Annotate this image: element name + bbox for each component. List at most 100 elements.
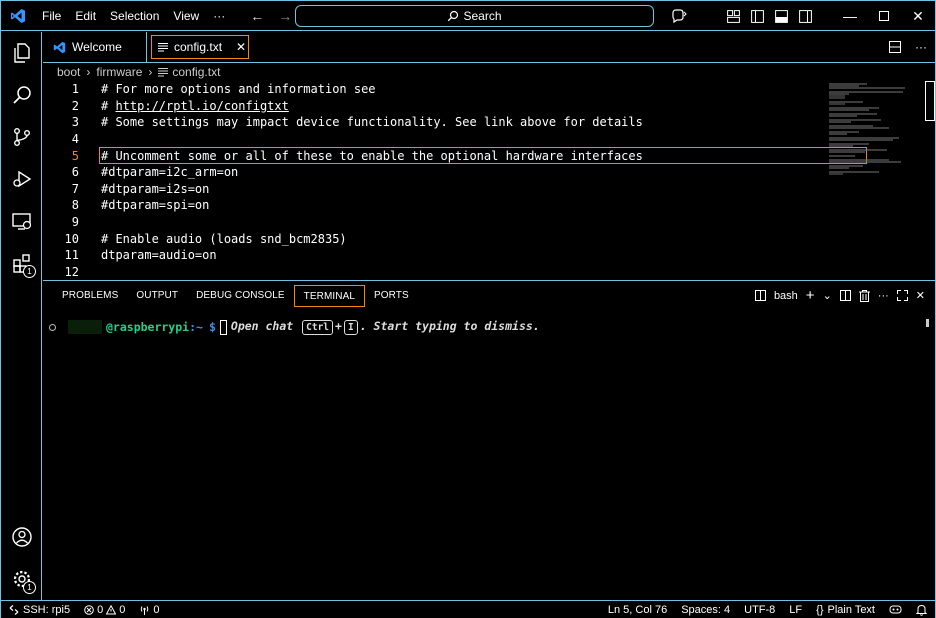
copilot-status-icon[interactable]	[889, 604, 902, 615]
menu-selection[interactable]: Selection	[103, 1, 166, 31]
line-text: dtparam=audio=on	[101, 248, 217, 263]
encoding[interactable]: UTF-8	[744, 604, 775, 616]
vscode-logo-icon	[53, 41, 66, 54]
minimap[interactable]	[829, 83, 929, 183]
code-line: 6 #dtparam=i2c_arm=on	[43, 164, 935, 181]
close-window-icon[interactable]: ✕	[901, 1, 935, 31]
remote-explorer-icon[interactable]	[2, 200, 42, 242]
menu-file[interactable]: File	[35, 1, 68, 31]
more-actions-icon[interactable]: ···	[915, 40, 927, 54]
terminal-host: @raspberrypi	[106, 320, 190, 334]
menu-edit[interactable]: Edit	[68, 1, 103, 31]
extensions-icon[interactable]: 1	[2, 242, 42, 284]
terminal-scrollbar[interactable]	[926, 319, 929, 327]
back-arrow-icon[interactable]: ←	[250, 8, 264, 24]
explorer-icon[interactable]	[2, 32, 42, 74]
maximize-icon[interactable]	[867, 1, 901, 31]
problems-indicator[interactable]: 0 0	[84, 604, 125, 616]
more-actions-icon[interactable]: ···	[878, 290, 889, 302]
line-text: #dtparam=i2c_arm=on	[101, 165, 239, 180]
activity-bar: 1 1	[2, 32, 42, 600]
vscode-logo-icon	[1, 1, 35, 31]
source-control-icon[interactable]	[2, 116, 42, 158]
code-line: 8 #dtparam=spi=on	[43, 197, 935, 214]
breadcrumb-firmware[interactable]: firmware	[96, 65, 142, 79]
indentation[interactable]: Spaces: 4	[681, 604, 730, 616]
close-panel-icon[interactable]: ✕	[916, 289, 925, 302]
remote-indicator[interactable]: SSH: rpi5	[9, 604, 70, 616]
minimize-icon[interactable]: —	[833, 1, 867, 31]
bottom-panel: PROBLEMS OUTPUT DEBUG CONSOLE TERMINAL P…	[43, 280, 935, 600]
text-file-icon	[158, 67, 169, 77]
line-text: # Some settings may impact device functi…	[101, 115, 643, 130]
toggle-secondary-sidebar-icon[interactable]	[793, 1, 817, 31]
split-editor-icon[interactable]	[889, 41, 901, 53]
forward-arrow-icon[interactable]: →	[278, 8, 292, 24]
broadcast-icon	[139, 605, 150, 615]
comment-prefix: #	[101, 98, 116, 113]
tab-welcome[interactable]: Welcome	[43, 32, 147, 62]
notifications-bell-icon[interactable]	[916, 604, 927, 616]
command-decoration-icon	[49, 323, 56, 331]
config-link[interactable]: http://rptl.io/configtxt	[115, 99, 288, 113]
line-text: # Enable audio (loads snd_bcm2835)	[101, 231, 347, 246]
chevron-right-icon: ›	[86, 65, 91, 79]
manage-gear-icon[interactable]: 1	[2, 558, 42, 600]
code-line: 11 dtparam=audio=on	[43, 247, 935, 264]
line-number: 8	[71, 198, 79, 213]
close-tab-icon[interactable]: ✕	[236, 40, 246, 54]
menu-view[interactable]: View	[166, 1, 206, 31]
language-mode[interactable]: {} Plain Text	[816, 604, 875, 616]
maximize-panel-icon[interactable]	[896, 290, 908, 301]
ports-indicator[interactable]: 0	[139, 604, 159, 616]
trash-icon[interactable]	[858, 289, 870, 302]
breadcrumb-config-txt[interactable]: config.txt	[172, 65, 220, 79]
tab-output[interactable]: OUTPUT	[127, 285, 187, 307]
code-editor[interactable]: 1 # For more options and information see…	[43, 81, 935, 279]
code-line: 12	[43, 264, 935, 281]
command-center-search[interactable]: Search	[295, 5, 654, 27]
toggle-panel-icon[interactable]	[769, 1, 793, 31]
add-terminal-icon[interactable]: +	[806, 287, 815, 304]
end-of-line[interactable]: LF	[789, 604, 802, 616]
title-actions: — ✕	[667, 1, 935, 31]
search-view-icon[interactable]	[2, 74, 42, 116]
editor-scrollbar[interactable]	[925, 81, 935, 121]
menu-more[interactable]: ···	[206, 1, 232, 31]
key-ctrl: Ctrl	[302, 320, 334, 335]
error-count: 0	[97, 603, 104, 616]
breadcrumb-boot[interactable]: boot	[57, 65, 80, 79]
copilot-icon[interactable]	[667, 1, 691, 31]
error-icon	[84, 604, 94, 615]
line-number: 2	[71, 98, 79, 113]
tab-debug-console[interactable]: DEBUG CONSOLE	[187, 285, 294, 307]
language-label: Plain Text	[827, 603, 876, 616]
tab-label: config.txt	[174, 40, 223, 54]
terminal-output[interactable]: @raspberrypi:~ $ Open chat Ctrl + I. Start…	[43, 319, 923, 335]
terminal-shell-name[interactable]: bash	[774, 290, 798, 302]
customize-layout-icon[interactable]	[721, 1, 745, 31]
tab-terminal[interactable]: TERMINAL	[293, 284, 366, 307]
line-text: #dtparam=spi=on	[101, 198, 210, 213]
title-bar: File Edit Selection View ··· ← → Search	[1, 1, 935, 31]
code-line: 9	[43, 214, 935, 231]
vscode-window: File Edit Selection View ··· ← → Search	[0, 0, 936, 618]
chevron-down-icon[interactable]: ⌄	[823, 289, 832, 302]
tab-config-txt[interactable]: config.txt ✕	[151, 35, 249, 59]
panel-actions: bash + ⌄ ··· ✕	[754, 281, 925, 310]
run-debug-icon[interactable]	[2, 158, 42, 200]
status-bar: SSH: rpi5 0 0 0 Ln 5, Col 76 Spaces: 4 U…	[1, 600, 935, 618]
terminal-split-icon[interactable]	[754, 290, 766, 301]
breadcrumb: boot › firmware › config.txt	[43, 63, 935, 81]
toggle-sidebar-icon[interactable]	[745, 1, 769, 31]
cursor-position[interactable]: Ln 5, Col 76	[608, 604, 667, 616]
tab-ports[interactable]: PORTS	[365, 285, 418, 307]
key-plus: +	[335, 319, 342, 333]
accounts-icon[interactable]	[2, 516, 42, 558]
tab-problems[interactable]: PROBLEMS	[53, 285, 127, 307]
code-line: 10 # Enable audio (loads snd_bcm2835)	[43, 230, 935, 247]
search-label: Search	[463, 9, 502, 23]
line-text: # For more options and information see	[101, 82, 376, 97]
line-number: 4	[71, 132, 79, 147]
split-terminal-icon[interactable]	[839, 290, 851, 301]
